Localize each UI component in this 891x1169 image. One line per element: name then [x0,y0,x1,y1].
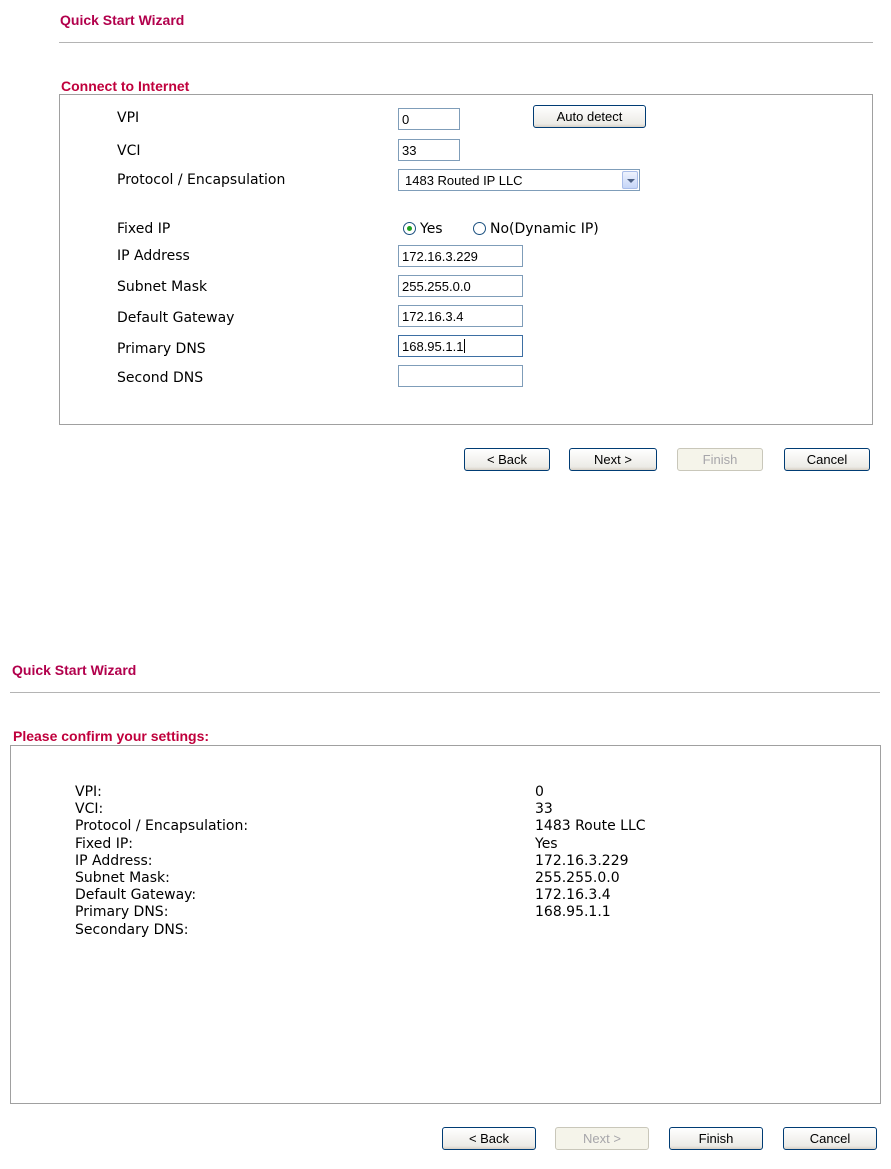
fixed-ip-yes-radio[interactable] [403,222,416,235]
confirm-row-label: Primary DNS: [75,904,169,920]
confirm-row-label: Secondary DNS: [75,922,189,938]
cancel-button[interactable]: Cancel [783,1127,877,1150]
back-button[interactable]: < Back [442,1127,536,1150]
wizard-title: Quick Start Wizard [60,12,185,28]
confirm-row-value: 0 [535,784,544,800]
subnet-mask-input[interactable]: 255.255.0.0 [398,275,523,297]
section-title: Connect to Internet [61,78,190,94]
vci-input[interactable]: 33 [398,139,460,161]
protocol-selected-value: 1483 Routed IP LLC [405,173,523,188]
ip-address-input[interactable]: 172.16.3.229 [398,245,523,267]
confirm-row-value: 1483 Route LLC [535,818,646,834]
confirm-row-value: 172.16.3.4 [535,887,611,903]
confirm-row-value: 172.16.3.229 [535,853,629,869]
default-gateway-label: Default Gateway [117,310,235,326]
protocol-label: Protocol / Encapsulation [117,172,286,188]
auto-detect-button[interactable]: Auto detect [533,105,646,128]
confirm-row-label: Default Gateway: [75,887,197,903]
confirm-row-value: Yes [535,836,558,852]
wizard-title: Quick Start Wizard [12,662,137,678]
confirm-row-label: VPI: [75,784,102,800]
fixed-ip-yes-label: Yes [420,221,443,237]
confirm-row-label: Subnet Mask: [75,870,170,886]
chevron-down-icon[interactable] [622,171,638,189]
confirm-row-value: 168.95.1.1 [535,904,611,920]
fixed-ip-no-radio[interactable] [473,222,486,235]
confirm-row-value: 33 [535,801,553,817]
confirm-row-value: 255.255.0.0 [535,870,620,886]
second-dns-input[interactable] [398,365,523,387]
primary-dns-input[interactable]: 168.95.1.1 [398,335,523,357]
vci-label: VCI [117,143,141,159]
vpi-input[interactable]: 0 [398,108,460,130]
confirm-row-label: VCI: [75,801,104,817]
subnet-mask-label: Subnet Mask [117,279,208,295]
title-divider [59,42,873,43]
confirm-row-label: Protocol / Encapsulation: [75,818,249,834]
finish-button[interactable]: Finish [677,448,763,471]
cancel-button[interactable]: Cancel [784,448,870,471]
fixed-ip-label: Fixed IP [117,221,171,237]
next-button[interactable]: Next > [555,1127,649,1150]
ip-address-label: IP Address [117,248,190,264]
default-gateway-input[interactable]: 172.16.3.4 [398,305,523,327]
confirm-row-label: Fixed IP: [75,836,134,852]
title-divider [10,692,880,693]
section-title: Please confirm your settings: [13,728,210,744]
primary-dns-label: Primary DNS [117,341,206,357]
confirm-row-label: IP Address: [75,853,153,869]
protocol-select[interactable]: 1483 Routed IP LLC [398,169,640,191]
text-caret [464,339,466,353]
second-dns-label: Second DNS [117,370,204,386]
primary-dns-value: 168.95.1.1 [402,339,464,354]
back-button[interactable]: < Back [464,448,550,471]
next-button[interactable]: Next > [569,448,657,471]
fixed-ip-no-label: No(Dynamic IP) [490,221,599,237]
finish-button[interactable]: Finish [669,1127,763,1150]
vpi-label: VPI [117,110,140,126]
